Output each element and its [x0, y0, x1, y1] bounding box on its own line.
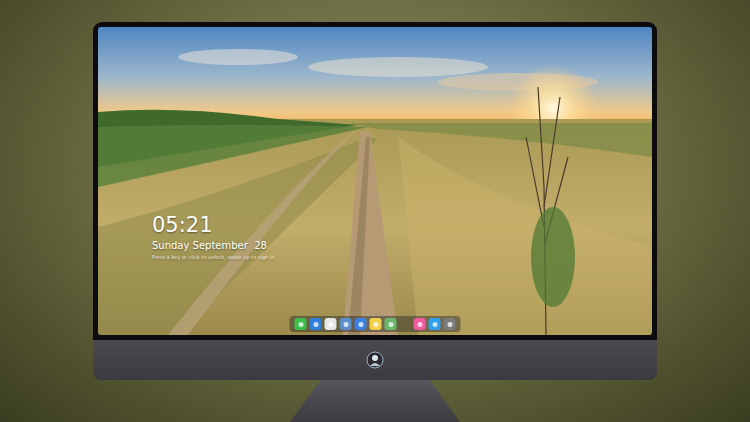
monitor: 05:21 Sunday September 28 Press a key or…	[0, 0, 750, 422]
app-glyph-icon	[298, 322, 303, 327]
unlock-hint: Press a key or click to unlock, swipe up…	[152, 254, 274, 261]
stand	[290, 380, 460, 422]
date: Sunday September 28	[152, 239, 274, 252]
dock-app-icon[interactable]	[429, 318, 441, 330]
app-glyph-icon	[388, 322, 393, 327]
wallpaper	[98, 27, 652, 335]
app-glyph-icon	[417, 322, 422, 327]
app-glyph-icon	[358, 322, 363, 327]
dock-app-icon[interactable]	[444, 318, 456, 330]
app-glyph-icon	[313, 322, 318, 327]
dock-app-icon[interactable]	[385, 318, 397, 330]
app-glyph-icon	[373, 322, 378, 327]
brand-logo-icon	[366, 351, 384, 369]
dock-app-icon[interactable]	[340, 318, 352, 330]
dock-app-icon[interactable]	[310, 318, 322, 330]
app-glyph-icon	[343, 322, 348, 327]
dock-app-icon[interactable]	[355, 318, 367, 330]
lock-clock: 05:21 Sunday September 28 Press a key or…	[152, 213, 274, 261]
dock-app-icon[interactable]	[370, 318, 382, 330]
time: 05:21	[152, 213, 274, 237]
screen: 05:21 Sunday September 28 Press a key or…	[98, 27, 652, 335]
dock-app-icon[interactable]	[414, 318, 426, 330]
dock-app-icon[interactable]	[325, 318, 337, 330]
dock	[290, 316, 461, 332]
app-glyph-icon	[447, 322, 452, 327]
bezel: 05:21 Sunday September 28 Press a key or…	[93, 22, 657, 340]
app-glyph-icon	[328, 322, 333, 327]
chin	[93, 340, 657, 380]
app-glyph-icon	[432, 322, 437, 327]
dock-app-icon[interactable]	[295, 318, 307, 330]
